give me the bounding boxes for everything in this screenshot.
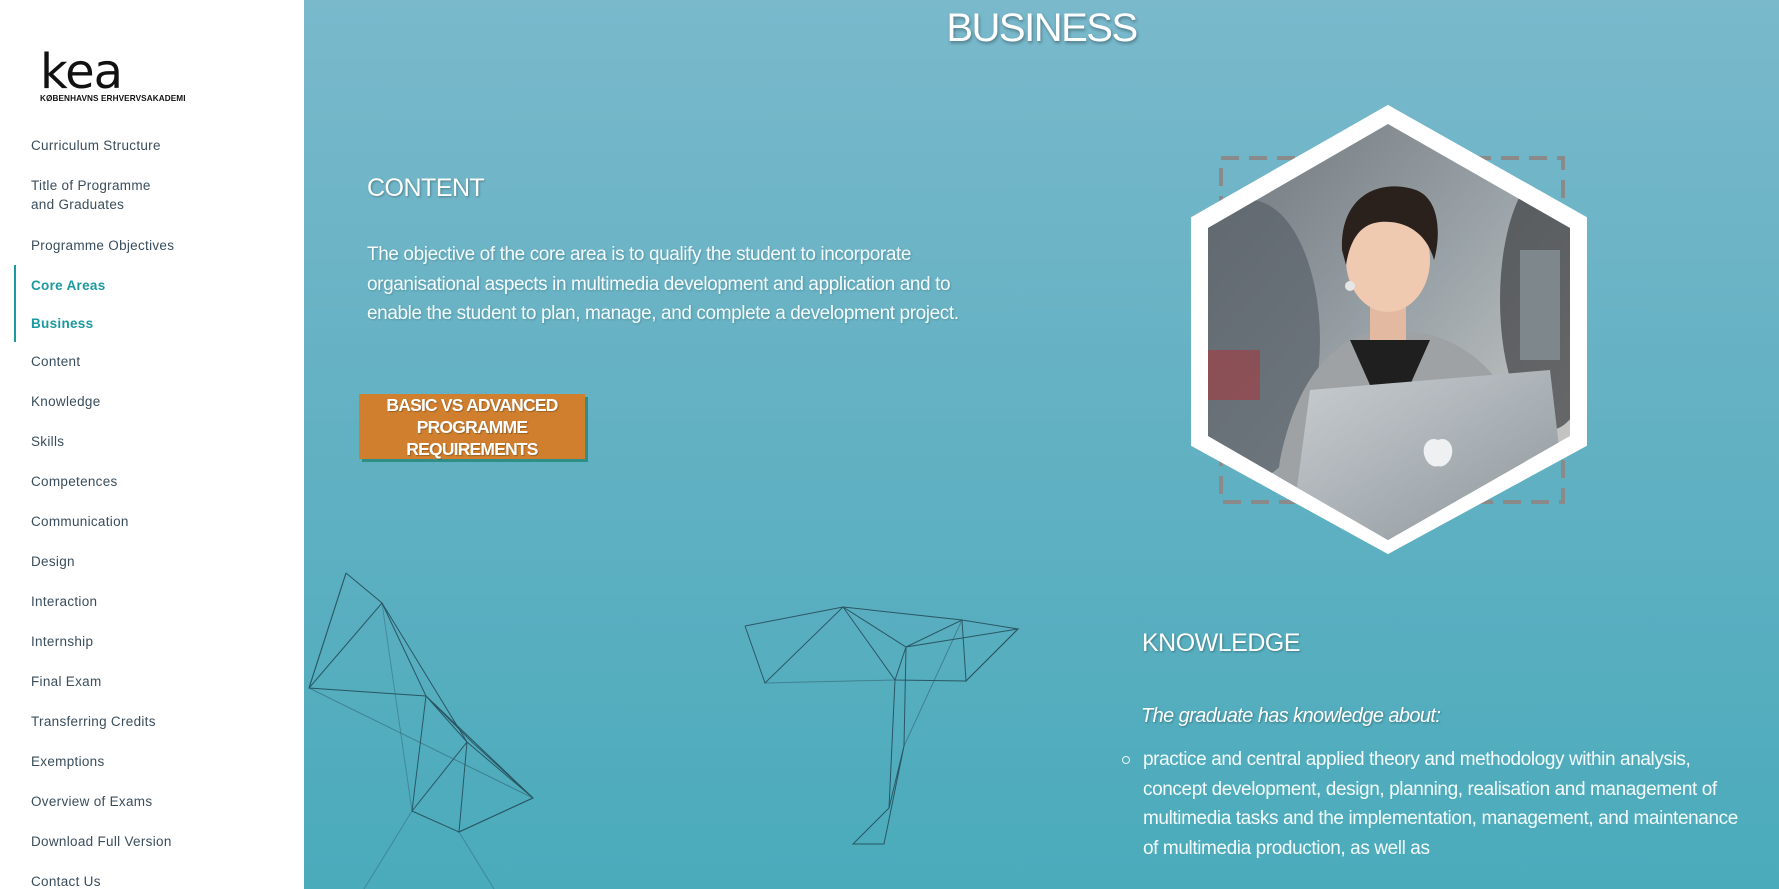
- sidebar-item-contact-us[interactable]: Contact Us: [0, 872, 101, 889]
- knowledge-heading: KNOWLEDGE: [1142, 629, 1301, 657]
- sidebar-item-title-of-programme[interactable]: Title of Programme and Graduates: [0, 176, 151, 214]
- knowledge-list: practice and central applied theory and …: [1121, 745, 1751, 863]
- sidebar-item-transferring-credits[interactable]: Transferring Credits: [0, 712, 156, 731]
- sidebar-item-skills[interactable]: Skills: [0, 432, 64, 451]
- sidebar-item-design[interactable]: Design: [0, 552, 75, 571]
- sidebar-item-download-full-version[interactable]: Download Full Version: [0, 832, 172, 851]
- list-item: practice and central applied theory and …: [1121, 745, 1751, 863]
- content-heading: CONTENT: [367, 174, 485, 202]
- basic-vs-advanced-button[interactable]: BASIC VS ADVANCED PROGRAMME REQUIREMENTS: [359, 394, 585, 459]
- sidebar-item-knowledge[interactable]: Knowledge: [0, 392, 101, 411]
- photo-hexagon: [1190, 100, 1590, 560]
- sidebar-item-communication[interactable]: Communication: [0, 512, 129, 531]
- knowledge-intro: The graduate has knowledge about:: [1141, 705, 1441, 727]
- sidebar-item-business[interactable]: Business: [0, 314, 93, 333]
- main-content: BUSINESS CONTENT The objective of the co…: [304, 0, 1779, 889]
- sidebar-item-competences[interactable]: Competences: [0, 472, 118, 491]
- logo-subtitle: KØBENHAVNS ERHVERVSAKADEMI: [40, 94, 186, 103]
- sidebar: kea KØBENHAVNS ERHVERVSAKADEMI Curriculu…: [0, 0, 304, 889]
- sidebar-item-curriculum-structure[interactable]: Curriculum Structure: [0, 136, 161, 155]
- kea-logo[interactable]: kea KØBENHAVNS ERHVERVSAKADEMI: [40, 44, 186, 106]
- sidebar-item-content[interactable]: Content: [0, 352, 80, 371]
- sidebar-item-programme-objectives[interactable]: Programme Objectives: [0, 236, 174, 255]
- cta-label: BASIC VS ADVANCED PROGRAMME REQUIREMENTS: [386, 394, 558, 459]
- sidebar-item-interaction[interactable]: Interaction: [0, 592, 97, 611]
- sidebar-item-overview-of-exams[interactable]: Overview of Exams: [0, 792, 152, 811]
- sidebar-item-exemptions[interactable]: Exemptions: [0, 752, 105, 771]
- student-with-laptop-photo: [1190, 104, 1587, 555]
- page-title: BUSINESS: [946, 6, 1138, 50]
- content-text: The objective of the core area is to qua…: [367, 244, 959, 324]
- sidebar-item-final-exam[interactable]: Final Exam: [0, 672, 102, 691]
- logo-mark: kea: [40, 44, 123, 100]
- sidebar-item-internship[interactable]: Internship: [0, 632, 93, 651]
- sidebar-item-core-areas[interactable]: Core Areas: [0, 276, 106, 295]
